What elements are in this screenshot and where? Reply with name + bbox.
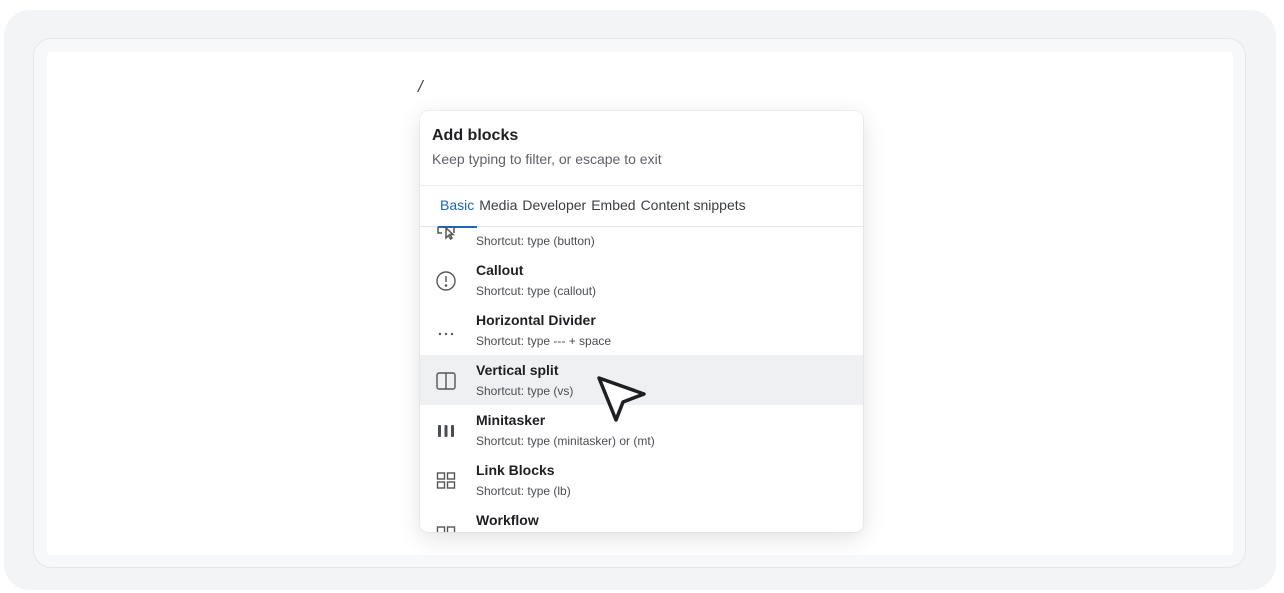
- tab-basic[interactable]: Basic: [437, 185, 478, 228]
- list-item-shortcut: Shortcut: type (lb): [476, 484, 571, 498]
- list-item-name: Minitasker: [476, 412, 546, 428]
- exclamation-circle-icon: [433, 268, 459, 294]
- list-item-shortcut: Shortcut: type (button): [476, 234, 595, 248]
- tab-media[interactable]: Media: [479, 185, 517, 227]
- split-columns-icon: [433, 368, 459, 394]
- menu-subtitle: Keep typing to filter, or escape to exit: [432, 151, 662, 167]
- menu-header: Add blocks Keep typing to filter, or esc…: [420, 111, 863, 183]
- list-item-vertical-split[interactable]: Vertical split Shortcut: type (vs): [420, 355, 863, 405]
- ellipsis-icon: [433, 318, 459, 344]
- list-item-shortcut: Shortcut: type --- + space: [476, 334, 612, 348]
- list-item-name: Link Blocks: [476, 462, 555, 478]
- list-item-horizontal-divider[interactable]: Horizontal Divider Shortcut: type --- + …: [420, 305, 863, 355]
- list-item-shortcut: Shortcut: type (callout): [476, 284, 597, 298]
- list-item-minitasker[interactable]: Minitasker Shortcut: type (minitasker) o…: [420, 405, 863, 455]
- tab-bar: Basic Media Developer Embed Content snip…: [420, 185, 863, 228]
- tab-content-snippets[interactable]: Content snippets: [641, 185, 746, 227]
- list-item-shortcut: Shortcut: type (vs): [476, 384, 574, 398]
- button-cursor-icon: [433, 227, 459, 244]
- list-item-callout[interactable]: Callout Shortcut: type (callout): [420, 255, 863, 305]
- list-item-name: Vertical split: [476, 362, 559, 378]
- block-list[interactable]: Shortcut: type (button) Callout Shortcut…: [420, 227, 863, 532]
- list-item-name: Horizontal Divider: [476, 312, 596, 328]
- list-item-link-blocks[interactable]: Link Blocks Shortcut: type (lb): [420, 455, 863, 505]
- add-blocks-menu: Add blocks Keep typing to filter, or esc…: [420, 111, 863, 532]
- list-item-name: Workflow: [476, 512, 539, 528]
- list-item-shortcut: Shortcut: type (minitasker) or (mt): [476, 434, 655, 448]
- menu-title: Add blocks: [432, 127, 519, 144]
- list-item-name: Callout: [476, 262, 524, 278]
- three-bars-icon: [433, 418, 459, 444]
- list-item-workflow[interactable]: Workflow: [420, 505, 863, 532]
- grid-icon: [433, 468, 459, 494]
- slash-command-text: /: [418, 77, 423, 96]
- tab-developer[interactable]: Developer: [522, 185, 586, 227]
- workflow-icon: [433, 518, 459, 532]
- tab-embed[interactable]: Embed: [591, 185, 635, 227]
- list-item-button[interactable]: Shortcut: type (button): [420, 227, 863, 255]
